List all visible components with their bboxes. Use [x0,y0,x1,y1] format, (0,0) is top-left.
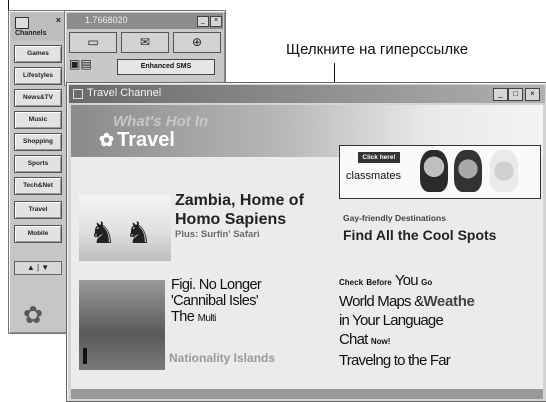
msn-toolbar: 1.7668020 _ × ▭ ✉ ⊕ ▣▤ Enhanced SMS [64,10,226,86]
tv-tab-icon[interactable]: ▭ [69,32,117,53]
channel-button-shopping[interactable]: Shopping [14,133,62,151]
gay-friendly-label: Gay-friendly Destinations [343,213,446,223]
channel-button-games[interactable]: Games [14,45,62,63]
channel-button-tech-net[interactable]: Tech&Net [14,177,62,195]
window-titlebar: Travel Channel _ □ × [69,85,545,103]
ad-brand: classmates [346,170,402,182]
before-text: Before [366,278,392,287]
channel-button-mobile[interactable]: Mobile [14,225,62,243]
travel-channel-window: Travel Channel _ □ × What's Hot In ✿ Trav… [66,82,546,402]
zambia-line-2: Homo Sapiens [175,211,287,228]
zambia-headline[interactable]: Zambia, Home of Homo Sapiens [175,191,304,229]
fiji-the: The [171,309,195,325]
check-before-you-go-link[interactable]: Check Before You Go [339,271,543,292]
cursor-marker [83,348,87,364]
find-cool-spots-link[interactable]: Find All the Cool Spots [343,227,496,243]
close-button[interactable]: × [210,16,222,27]
antelope-photo[interactable]: ♞ ♞ [79,195,171,261]
channel-bar-title: Channels [15,30,47,37]
msn-toolbar-title: 1.7668020 [85,15,128,25]
flower-icon: ✿ [99,130,115,150]
in-language-link[interactable]: in Your Language [339,311,543,330]
flower-logo-icon: ✿ [23,302,44,329]
go-text: Go [421,278,433,287]
face-photo [490,150,518,192]
scroll-arrows[interactable]: ▲ | ▼ [14,261,62,275]
chat-now-link[interactable]: Chat Now! [339,330,543,351]
mail-tab-icon[interactable]: ✉ [121,32,169,53]
channel-button-music[interactable]: Music [14,111,62,129]
tv-icon [15,17,29,29]
fiji-line-1: Figi. No Longer [171,277,262,293]
channel-button-lifestyles[interactable]: Lifestyles [14,67,62,85]
ad-click-button[interactable]: Click here! [358,152,400,163]
channel-bar-header: × Channels [11,13,65,41]
fiji-line-2: 'Cannibal Isles' [171,293,259,309]
banner-title: ✿ Travel [99,129,175,152]
traveling-far-link[interactable]: Travelng to the Far [339,351,543,370]
favorites-icon[interactable]: ▣▤ [69,57,92,71]
face-photo [420,150,448,192]
channel-bar: × Channels Games Lifestyles News&TV Musi… [8,10,68,334]
classmates-ad[interactable]: Click here! classmates [339,145,541,199]
callout-text: Щелкните на гиперссылке [286,41,469,58]
minimize-button[interactable]: _ [493,88,508,101]
close-icon[interactable]: × [56,15,61,25]
channel-content: What's Hot In ✿ Travel Click here! classm… [71,105,543,399]
antelope-icon: ♞ [89,217,116,250]
fiji-line-3: The Multi [171,309,261,327]
fiji-multi: Multi [197,313,217,324]
antelope-icon: ♞ [125,217,152,250]
weather-text: Weathe [423,293,475,310]
link-list: Check Before You Go World Maps &Weathe i… [339,271,543,370]
now-text: Now! [370,337,391,346]
multi-nationality-text: Nationality Islands [169,351,276,365]
msn-toolbar-titlebar: 1.7668020 _ × [67,13,223,29]
face-photo [454,150,482,192]
window-title: Travel Channel [87,87,162,99]
world-maps-link[interactable]: World Maps &Weathe [339,292,543,311]
status-strip [71,389,543,399]
you-text: You [394,272,419,289]
chat-text: Chat [339,331,368,348]
maximize-button[interactable]: □ [508,88,523,101]
banner-subtitle: What's Hot In [113,113,209,130]
channel-button-sports[interactable]: Sports [14,155,62,173]
channel-button-news-tv[interactable]: News&TV [14,89,62,107]
zambia-line-1: Zambia, Home of [175,192,304,209]
zambia-subtitle[interactable]: Plus: Surfin' Safari [175,229,260,240]
fiji-photo[interactable] [79,280,165,370]
world-maps-text: World Maps & [339,293,424,310]
minimize-button[interactable]: _ [197,16,209,27]
close-button[interactable]: × [525,88,540,101]
enhanced-button[interactable]: Enhanced SMS [117,59,215,75]
fiji-link[interactable]: Figi. No Longer 'Cannibal Isles' The Mul… [171,277,262,327]
check-text: Check [339,278,364,287]
globe-tab-icon[interactable]: ⊕ [173,32,221,53]
channel-button-travel[interactable]: Travel [14,201,62,219]
window-icon [73,89,83,99]
banner-title-text: Travel [117,129,175,151]
